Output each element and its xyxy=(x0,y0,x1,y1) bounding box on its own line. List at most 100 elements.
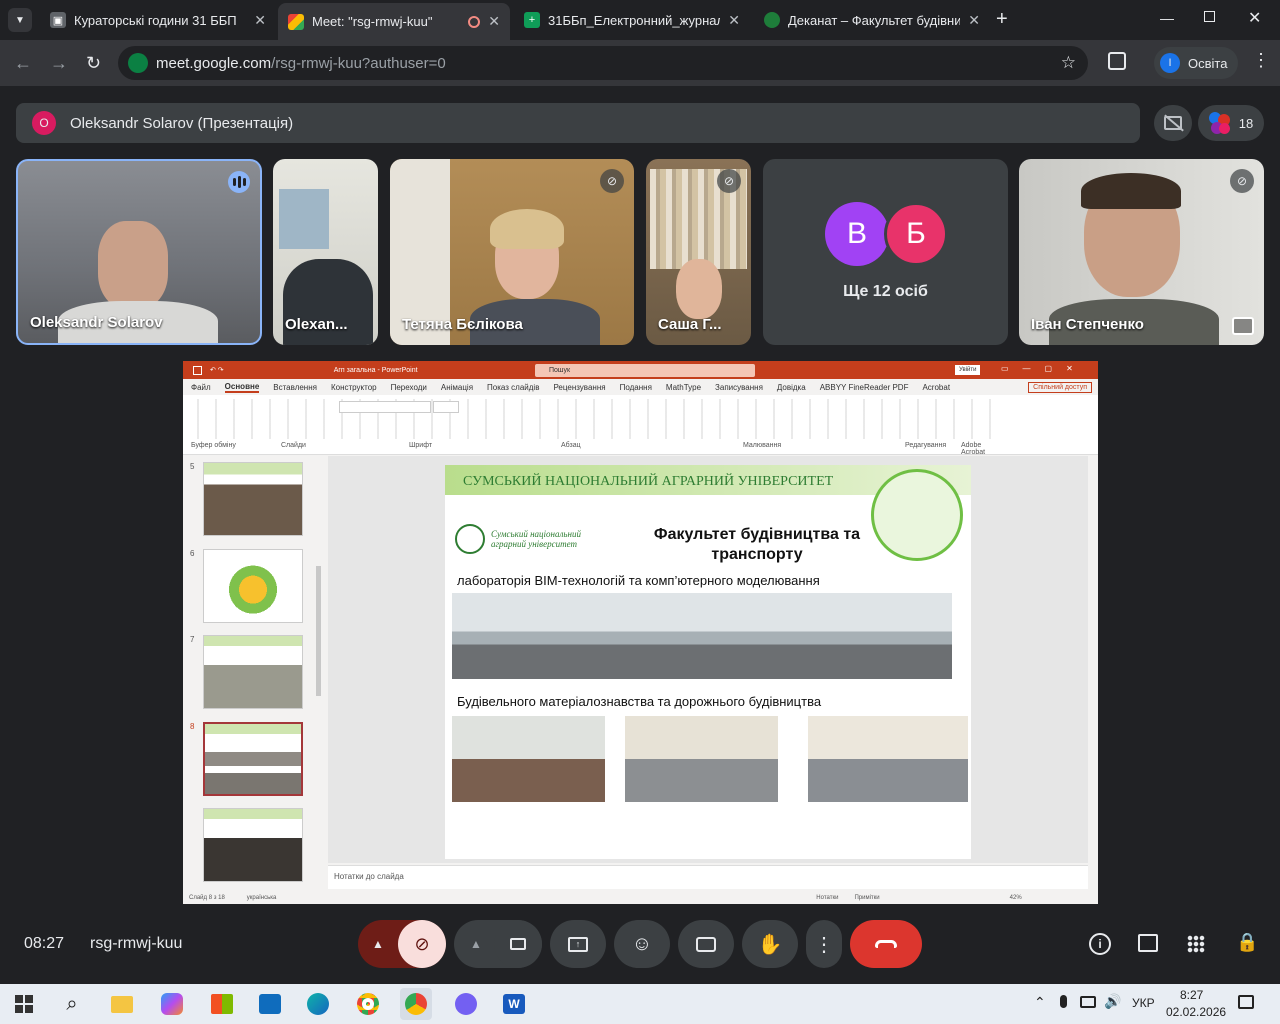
url-path: /rsg-rmwj-kuu?authuser=0 xyxy=(271,54,446,72)
outlook-icon[interactable] xyxy=(254,988,286,1020)
address-bar[interactable]: meet.google.com/rsg-rmwj-kuu?authuser=0 … xyxy=(118,46,1088,80)
reactions-button[interactable]: ☺ xyxy=(614,920,670,968)
tab-journal[interactable]: + 31ББп_Електронний_журнал_2 ✕ xyxy=(514,5,750,35)
ribbon-tab[interactable]: MathType xyxy=(666,383,701,392)
ribbon-tab[interactable]: Конструктор xyxy=(331,383,377,392)
font-size-box[interactable] xyxy=(433,401,459,413)
thumbnails-scrollbar[interactable] xyxy=(316,566,321,696)
meeting-info-icon[interactable]: i xyxy=(1089,933,1111,955)
ribbon-tab[interactable]: ABBYY FineReader PDF xyxy=(820,383,909,392)
chevron-up-icon[interactable]: ▲ xyxy=(470,937,482,951)
close-icon[interactable]: ✕ xyxy=(728,12,740,29)
meeting-code: rsg-rmwj-kuu xyxy=(90,935,183,952)
tab-kuratorski[interactable]: ▣ Кураторські години 31 ББП ✕ xyxy=(40,5,276,35)
present-button[interactable]: ↑ xyxy=(550,920,606,968)
minimize-button[interactable]: — xyxy=(1160,10,1174,26)
slide-thumbnail[interactable] xyxy=(203,808,303,882)
edge-icon[interactable] xyxy=(302,988,334,1020)
word-icon[interactable]: W xyxy=(498,988,530,1020)
tray-chevron-icon[interactable]: ⌃ xyxy=(1034,994,1046,1011)
profile-button[interactable]: I Освіта xyxy=(1154,47,1238,79)
ribbon-tab[interactable]: Показ слайдів xyxy=(487,383,539,392)
store-icon[interactable] xyxy=(206,988,238,1020)
ribbon-tab[interactable]: Анімація xyxy=(441,383,473,392)
search-icon[interactable]: ⌕ xyxy=(56,988,88,1020)
more-participants-tile[interactable]: В Б Ще 12 осіб xyxy=(763,159,1008,345)
participant-tile-belikova[interactable]: ⊘ Тетяна Бєлікова xyxy=(390,159,634,345)
viber-icon[interactable] xyxy=(450,988,482,1020)
participant-tile-olexan[interactable]: Olexan... xyxy=(273,159,378,345)
more-options-button[interactable]: ⋮ xyxy=(806,920,842,968)
ribbon-tab[interactable]: Acrobat xyxy=(922,383,950,392)
ribbon-tab[interactable]: Вставлення xyxy=(273,383,317,392)
reload-icon[interactable]: ↻ xyxy=(86,53,101,74)
speaking-icon xyxy=(228,171,250,193)
mic-toggle-button[interactable]: ⊘ xyxy=(398,920,446,968)
participant-tile-solarov[interactable]: Oleksandr Solarov xyxy=(16,159,262,345)
tray-mic-icon[interactable] xyxy=(1060,995,1067,1008)
bookmark-star-icon[interactable]: ☆ xyxy=(1061,53,1076,73)
notifications-icon[interactable] xyxy=(1238,995,1254,1009)
close-icon[interactable]: ✕ xyxy=(254,12,266,29)
file-explorer-icon[interactable] xyxy=(106,988,138,1020)
slide-thumbnail-selected[interactable] xyxy=(203,722,303,796)
participant-name: Іван Степченко xyxy=(1031,316,1144,333)
slide-thumbnail[interactable] xyxy=(203,635,303,709)
participant-tile-stepchenko[interactable]: ⊘ Іван Степченко xyxy=(1019,159,1264,345)
raise-hand-button[interactable]: ✋ xyxy=(742,920,798,968)
notes-pane[interactable]: Нотатки до слайда xyxy=(328,865,1088,889)
close-icon[interactable]: ✕ xyxy=(968,12,980,29)
ribbon-tab[interactable]: Записування xyxy=(715,383,763,392)
ribbon-tab[interactable]: Рецензування xyxy=(553,383,605,392)
tray-date[interactable]: 02.02.2026 xyxy=(1166,1005,1226,1019)
close-icon[interactable]: ✕ xyxy=(488,13,500,30)
tray-language[interactable]: УКР xyxy=(1132,996,1155,1010)
forward-icon[interactable]: → xyxy=(50,53,68,74)
tray-volume-icon[interactable]: 🔊 xyxy=(1104,993,1121,1010)
extensions-icon[interactable] xyxy=(1108,52,1126,70)
participant-name: Тетяна Бєлікова xyxy=(402,316,523,333)
host-controls-icon[interactable]: 🔒 xyxy=(1236,932,1258,953)
ribbon-tab[interactable]: Подання xyxy=(620,383,652,392)
chrome-icon[interactable] xyxy=(352,988,384,1020)
participant-tile-sasha[interactable]: ⊘ Саша Г... xyxy=(646,159,751,345)
tab-dekanat[interactable]: Деканат – Факультет будівниц ✕ xyxy=(754,5,990,35)
copilot-icon[interactable] xyxy=(156,988,188,1020)
activities-icon[interactable] xyxy=(1187,935,1205,953)
tray-network-icon[interactable] xyxy=(1080,996,1096,1008)
presenter-label: Oleksandr Solarov (Презентація) xyxy=(70,114,294,132)
tab-search-button[interactable]: ▼ xyxy=(8,8,32,32)
ppt-search-box[interactable]: Пошук xyxy=(535,364,755,377)
share-button[interactable]: Спільний доступ xyxy=(1028,381,1092,393)
chat-icon[interactable] xyxy=(1138,934,1158,952)
close-window-button[interactable]: ✕ xyxy=(1248,8,1261,28)
ribbon-tab[interactable]: Файл xyxy=(191,383,211,392)
participant-head xyxy=(98,221,168,309)
slide-thumbnail[interactable] xyxy=(203,462,303,536)
camera-button[interactable] xyxy=(494,920,542,968)
ribbon-tab[interactable]: Довідка xyxy=(777,383,806,392)
font-box[interactable] xyxy=(339,401,431,413)
pin-tile-icon[interactable] xyxy=(1232,317,1254,335)
captions-button[interactable] xyxy=(678,920,734,968)
mic-off-icon: ⊘ xyxy=(414,933,430,954)
chrome-meet-icon[interactable] xyxy=(400,988,432,1020)
participants-button[interactable]: 18 xyxy=(1198,105,1264,141)
tray-time[interactable]: 8:27 xyxy=(1180,988,1240,1002)
restore-button[interactable] xyxy=(1204,11,1215,22)
leave-call-button[interactable] xyxy=(850,920,922,968)
ribbon-group-labels: Буфер обміну Слайди Шрифт Абзац Малюванн… xyxy=(191,442,986,456)
mic-control-group: ▲ ⊘ xyxy=(358,920,446,968)
ribbon-tab[interactable]: Переходи xyxy=(391,383,427,392)
tab-meet[interactable]: Meet: "rsg-rmwj-kuu" ✕ xyxy=(278,3,510,40)
window-controls[interactable]: ▭—▢✕ xyxy=(1001,364,1087,373)
new-tab-button[interactable]: + xyxy=(996,8,1008,31)
ribbon-tab-active[interactable]: Основне xyxy=(224,382,260,393)
start-icon[interactable] xyxy=(8,988,40,1020)
chevron-up-icon[interactable]: ▲ xyxy=(372,937,384,951)
menu-icon[interactable]: ⋮ xyxy=(1252,50,1270,71)
signin-button[interactable]: Увійти xyxy=(955,365,981,375)
back-icon[interactable]: ← xyxy=(14,53,32,74)
slide-thumbnail[interactable] xyxy=(203,549,303,623)
hide-tiles-button[interactable] xyxy=(1154,105,1192,141)
